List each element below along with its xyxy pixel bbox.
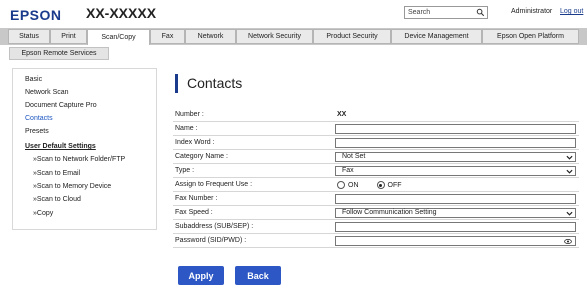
user-label: Administrator xyxy=(511,8,553,15)
sidebar-item-scan-to-network-folder[interactable]: »Scan to Network Folder/FTP xyxy=(33,156,125,163)
row-password: Password (SID/PWD) : xyxy=(173,234,579,248)
sidebar-item-basic[interactable]: Basic xyxy=(25,76,42,83)
tab-scan-copy[interactable]: Scan/Copy xyxy=(87,29,150,46)
chevron-down-icon xyxy=(566,211,573,216)
index-word-field[interactable] xyxy=(335,138,576,148)
row-category: Category Name : Not Set xyxy=(173,150,579,164)
frequent-off-radio[interactable] xyxy=(376,181,385,189)
sidebar-item-scan-to-cloud[interactable]: »Scan to Cloud xyxy=(33,196,81,203)
row-type: Type : Fax xyxy=(173,164,579,178)
sidebar: Basic Network Scan Document Capture Pro … xyxy=(12,68,157,230)
frequent-off-label[interactable]: OFF xyxy=(388,182,402,189)
row-fax-speed: Fax Speed : Follow Communication Setting xyxy=(173,206,579,220)
sidebar-item-scan-to-memory-device[interactable]: »Scan to Memory Device xyxy=(33,183,111,190)
tab-epson-open-platform[interactable]: Epson Open Platform xyxy=(482,29,579,44)
subaddress-field[interactable] xyxy=(335,222,576,232)
tab-product-security[interactable]: Product Security xyxy=(313,29,391,44)
sidebar-item-scan-to-email[interactable]: »Scan to Email xyxy=(33,170,80,177)
model-name: XX-XXXXX xyxy=(86,5,157,21)
search-input[interactable]: Search xyxy=(404,6,488,19)
chevron-down-icon xyxy=(566,169,573,174)
type-label: Type : xyxy=(175,167,195,174)
eye-icon[interactable] xyxy=(564,238,572,245)
top-header: EPSON XX-XXXXX Search Administrator Log … xyxy=(0,0,587,28)
tab-network[interactable]: Network xyxy=(185,29,236,44)
search-placeholder: Search xyxy=(408,9,431,16)
main-content: Contacts Number : XX Name : Index Word :… xyxy=(170,68,580,290)
sub-nav: Epson Remote Services xyxy=(0,45,587,63)
tab-fax[interactable]: Fax xyxy=(150,29,185,44)
tab-network-security[interactable]: Network Security xyxy=(236,29,313,44)
sidebar-item-contacts[interactable]: Contacts xyxy=(25,115,53,122)
frequent-on-radio[interactable] xyxy=(337,181,345,189)
sidebar-item-copy[interactable]: »Copy xyxy=(33,210,53,217)
sidebar-item-presets[interactable]: Presets xyxy=(25,128,49,135)
row-fax-number: Fax Number : xyxy=(173,192,579,206)
fax-speed-select[interactable]: Follow Communication Setting xyxy=(335,208,576,218)
name-label: Name : xyxy=(175,125,198,132)
row-number: Number : XX xyxy=(173,108,579,122)
name-field[interactable] xyxy=(335,124,576,134)
tab-print[interactable]: Print xyxy=(50,29,87,44)
logout-link[interactable]: Log out xyxy=(560,8,583,15)
search-icon[interactable] xyxy=(476,8,485,17)
sidebar-item-network-scan[interactable]: Network Scan xyxy=(25,89,69,96)
frequent-use-label: Assign to Frequent Use : xyxy=(175,181,253,188)
tab-status[interactable]: Status xyxy=(8,29,50,44)
category-select-value: Not Set xyxy=(342,153,366,160)
type-select[interactable]: Fax xyxy=(335,166,576,176)
frequent-on-label[interactable]: ON xyxy=(348,182,359,189)
frequent-use-radio-group: ON OFF xyxy=(337,180,420,190)
row-frequent-use: Assign to Frequent Use : ON OFF xyxy=(173,178,579,192)
category-label: Category Name : xyxy=(175,153,228,160)
index-word-label: Index Word : xyxy=(175,139,215,146)
subaddress-label: Subaddress (SUB/SEP) : xyxy=(175,223,254,230)
row-subaddress: Subaddress (SUB/SEP) : xyxy=(173,220,579,234)
type-select-value: Fax xyxy=(342,167,354,174)
password-label: Password (SID/PWD) : xyxy=(175,237,247,244)
fax-number-label: Fax Number : xyxy=(175,195,218,202)
chevron-down-icon xyxy=(566,155,573,160)
tab-device-management[interactable]: Device Management xyxy=(391,29,482,44)
title-accent-bar xyxy=(175,74,178,93)
fax-speed-select-value: Follow Communication Setting xyxy=(342,209,437,216)
apply-button[interactable]: Apply xyxy=(178,266,224,285)
tab-epson-remote-services[interactable]: Epson Remote Services xyxy=(9,47,109,60)
number-value: XX xyxy=(337,111,347,118)
number-label: Number : xyxy=(175,111,204,118)
sidebar-item-document-capture-pro[interactable]: Document Capture Pro xyxy=(25,102,97,109)
page-title: Contacts xyxy=(187,75,243,91)
epson-logo: EPSON xyxy=(10,7,62,23)
category-select[interactable]: Not Set xyxy=(335,152,576,162)
row-index-word: Index Word : xyxy=(173,136,579,150)
fax-speed-label: Fax Speed : xyxy=(175,209,213,216)
fax-number-field[interactable] xyxy=(335,194,576,204)
password-field[interactable] xyxy=(335,236,576,246)
back-button[interactable]: Back xyxy=(235,266,281,285)
row-name: Name : xyxy=(173,122,579,136)
sidebar-section-user-default-settings[interactable]: User Default Settings xyxy=(25,143,96,150)
